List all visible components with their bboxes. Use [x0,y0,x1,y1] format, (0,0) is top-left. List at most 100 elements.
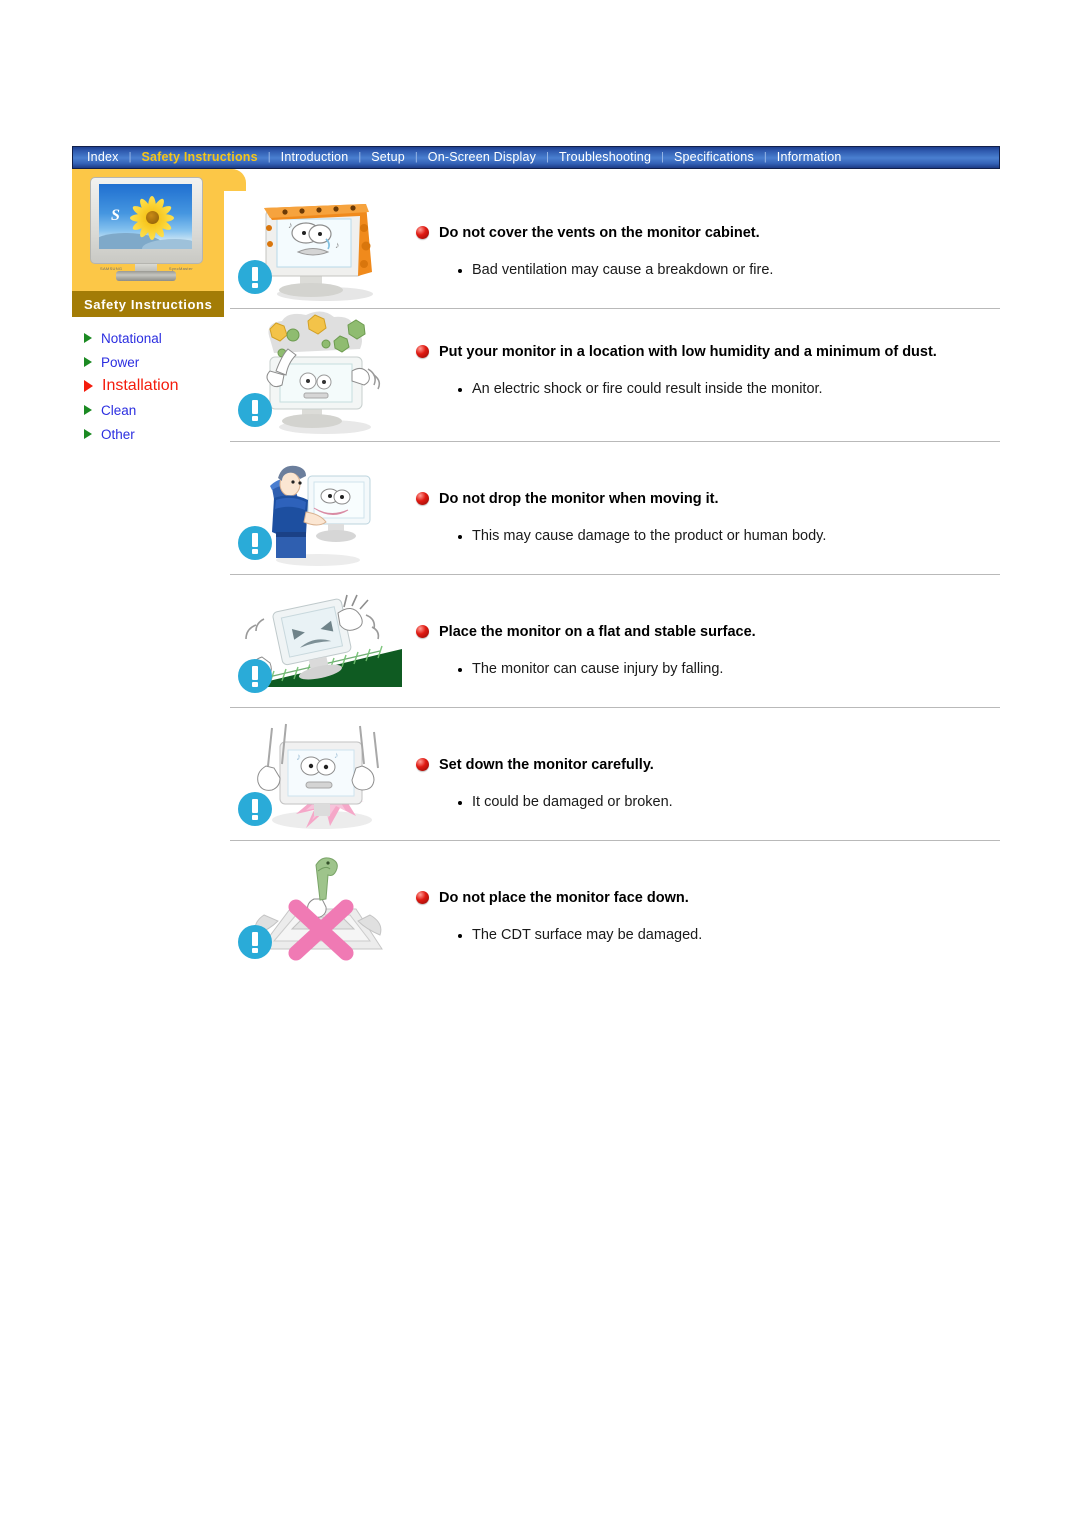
section-bullet-row: It could be damaged or broken. [458,793,1000,812]
main-navigation: Index | Safety Instructions | Introducti… [72,146,1000,169]
red-bullet-icon [416,345,429,358]
svg-text:♪: ♪ [288,220,293,230]
section-heading-row: Do not cover the vents on the monitor ca… [416,224,1000,243]
bullet-dot-icon [458,269,462,273]
nav-item-setup[interactable]: Setup [361,147,415,168]
section-heading-row: Place the monitor on a flat and stable s… [416,623,1000,642]
svg-text:♪: ♪ [334,750,339,760]
nav-item-specifications[interactable]: Specifications [664,147,764,168]
warning-exclamation-icon [238,393,272,427]
red-bullet-icon [416,625,429,638]
section-bullet-text: The monitor can cause injury by falling. [472,661,724,677]
section-bullet-row: Bad ventilation may cause a breakdown or… [458,261,1000,280]
sunflower-icon [125,192,179,244]
monitor-dropped-hard-icon: ♪ ♪ [230,708,406,840]
sidebar-item-label: Notational [101,330,162,346]
nav-item-index[interactable]: Index [73,147,129,168]
section-heading-row: Do not place the monitor face down. [416,889,1000,908]
section-text: Do not cover the vents on the monitor ca… [406,176,1000,280]
monitor-screen: S [99,184,192,249]
safety-section: ♪ ♪ Set down the monitor carefully. It c… [230,708,1000,841]
screen-logo-letter: S [111,207,120,224]
nav-item-safety-instructions[interactable]: Safety Instructions [131,147,267,168]
nav-item-troubleshooting[interactable]: Troubleshooting [549,147,661,168]
monitor-covered-with-cloth-icon: ♪ ♪ [230,176,406,308]
red-bullet-icon [416,226,429,239]
warning-exclamation-icon [238,526,272,560]
triangle-right-icon [84,405,92,415]
section-heading: Do not cover the vents on the monitor ca… [439,225,760,241]
warning-exclamation-icon [238,925,272,959]
sidebar-item-notational[interactable]: Notational [78,326,224,350]
sidebar-item-other[interactable]: Other [78,422,224,446]
section-bullet-row: The monitor can cause injury by falling. [458,660,1000,679]
red-bullet-icon [416,758,429,771]
bullet-dot-icon [458,801,462,805]
section-heading: Do not place the monitor face down. [439,890,689,906]
monitor-thumbnail-image: S SAMSUNG SyncMaster [90,177,203,281]
triangle-right-icon [84,357,92,367]
monitor-base [116,271,176,281]
sidebar-item-label: Other [101,426,135,442]
safety-instructions-content: ♪ ♪ Do not cover the vents on the monito… [230,176,1000,973]
sidebar-item-label: Power [101,354,140,370]
monitor-on-slope-icon [230,575,406,707]
svg-text:♪: ♪ [335,240,340,250]
red-bullet-icon [416,492,429,505]
sunflower-core [146,211,159,224]
triangle-right-icon [84,333,92,343]
sidebar-menu: Notational Power Installation Clean Othe… [72,317,224,446]
section-bullet-text: An electric shock or fire could result i… [472,381,823,397]
triangle-right-icon [84,380,93,392]
section-heading-row: Put your monitor in a location with low … [416,343,1000,362]
section-bullet-text: It could be damaged or broken. [472,794,673,810]
monitor-in-dusty-environment-icon [230,309,406,441]
section-bullet-row: This may cause damage to the product or … [458,527,1000,546]
section-bullet-text: The CDT surface may be damaged. [472,927,703,943]
warning-exclamation-icon [238,792,272,826]
nav-item-information[interactable]: Information [767,147,852,168]
bullet-dot-icon [458,535,462,539]
section-text: Do not drop the monitor when moving it. … [406,442,1000,546]
bullet-dot-icon [458,934,462,938]
bullet-dot-icon [458,668,462,672]
nav-item-on-screen-display[interactable]: On-Screen Display [418,147,546,168]
section-bullet-row: An electric shock or fire could result i… [458,380,1000,399]
triangle-right-icon [84,429,92,439]
section-bullet-text: This may cause damage to the product or … [472,528,827,544]
sidebar-title-band: Safety Instructions [72,291,224,317]
sidebar-item-power[interactable]: Power [78,350,224,374]
section-heading-row: Set down the monitor carefully. [416,756,1000,775]
section-bullet-text: Bad ventilation may cause a breakdown or… [472,262,774,278]
sidebar-item-label: Clean [101,402,137,418]
section-text: Do not place the monitor face down. The … [406,841,1000,945]
red-bullet-icon [416,891,429,904]
safety-section: Place the monitor on a flat and stable s… [230,575,1000,708]
nav-item-introduction[interactable]: Introduction [271,147,359,168]
bullet-dot-icon [458,388,462,392]
sidebar-item-clean[interactable]: Clean [78,398,224,422]
warning-exclamation-icon [238,659,272,693]
sidebar-title: Safety Instructions [84,296,213,312]
section-heading: Place the monitor on a flat and stable s… [439,624,756,640]
person-carrying-monitor-icon [230,442,406,574]
page-root: Index | Safety Instructions | Introducti… [0,0,1080,1528]
section-heading: Set down the monitor carefully. [439,757,654,773]
sidebar-banner: S SAMSUNG SyncMaster [72,169,246,291]
section-heading-row: Do not drop the monitor when moving it. [416,490,1000,509]
monitor-face-down-crossed-icon [230,841,406,973]
section-text: Place the monitor on a flat and stable s… [406,575,1000,679]
section-text: Set down the monitor carefully. It could… [406,708,1000,812]
section-heading: Put your monitor in a location with low … [439,344,937,360]
svg-text:♪: ♪ [296,752,301,763]
section-bullet-row: The CDT surface may be damaged. [458,926,1000,945]
safety-section: Do not drop the monitor when moving it. … [230,442,1000,575]
safety-section: Put your monitor in a location with low … [230,309,1000,442]
section-heading: Do not drop the monitor when moving it. [439,491,719,507]
safety-section: ♪ ♪ Do not cover the vents on the monito… [230,176,1000,309]
sidebar-item-installation[interactable]: Installation [78,374,224,398]
warning-exclamation-icon [238,260,272,294]
sidebar-item-label: Installation [102,377,179,394]
sidebar: S SAMSUNG SyncMaster Safety Instructions… [72,169,246,446]
section-text: Put your monitor in a location with low … [406,309,1000,399]
